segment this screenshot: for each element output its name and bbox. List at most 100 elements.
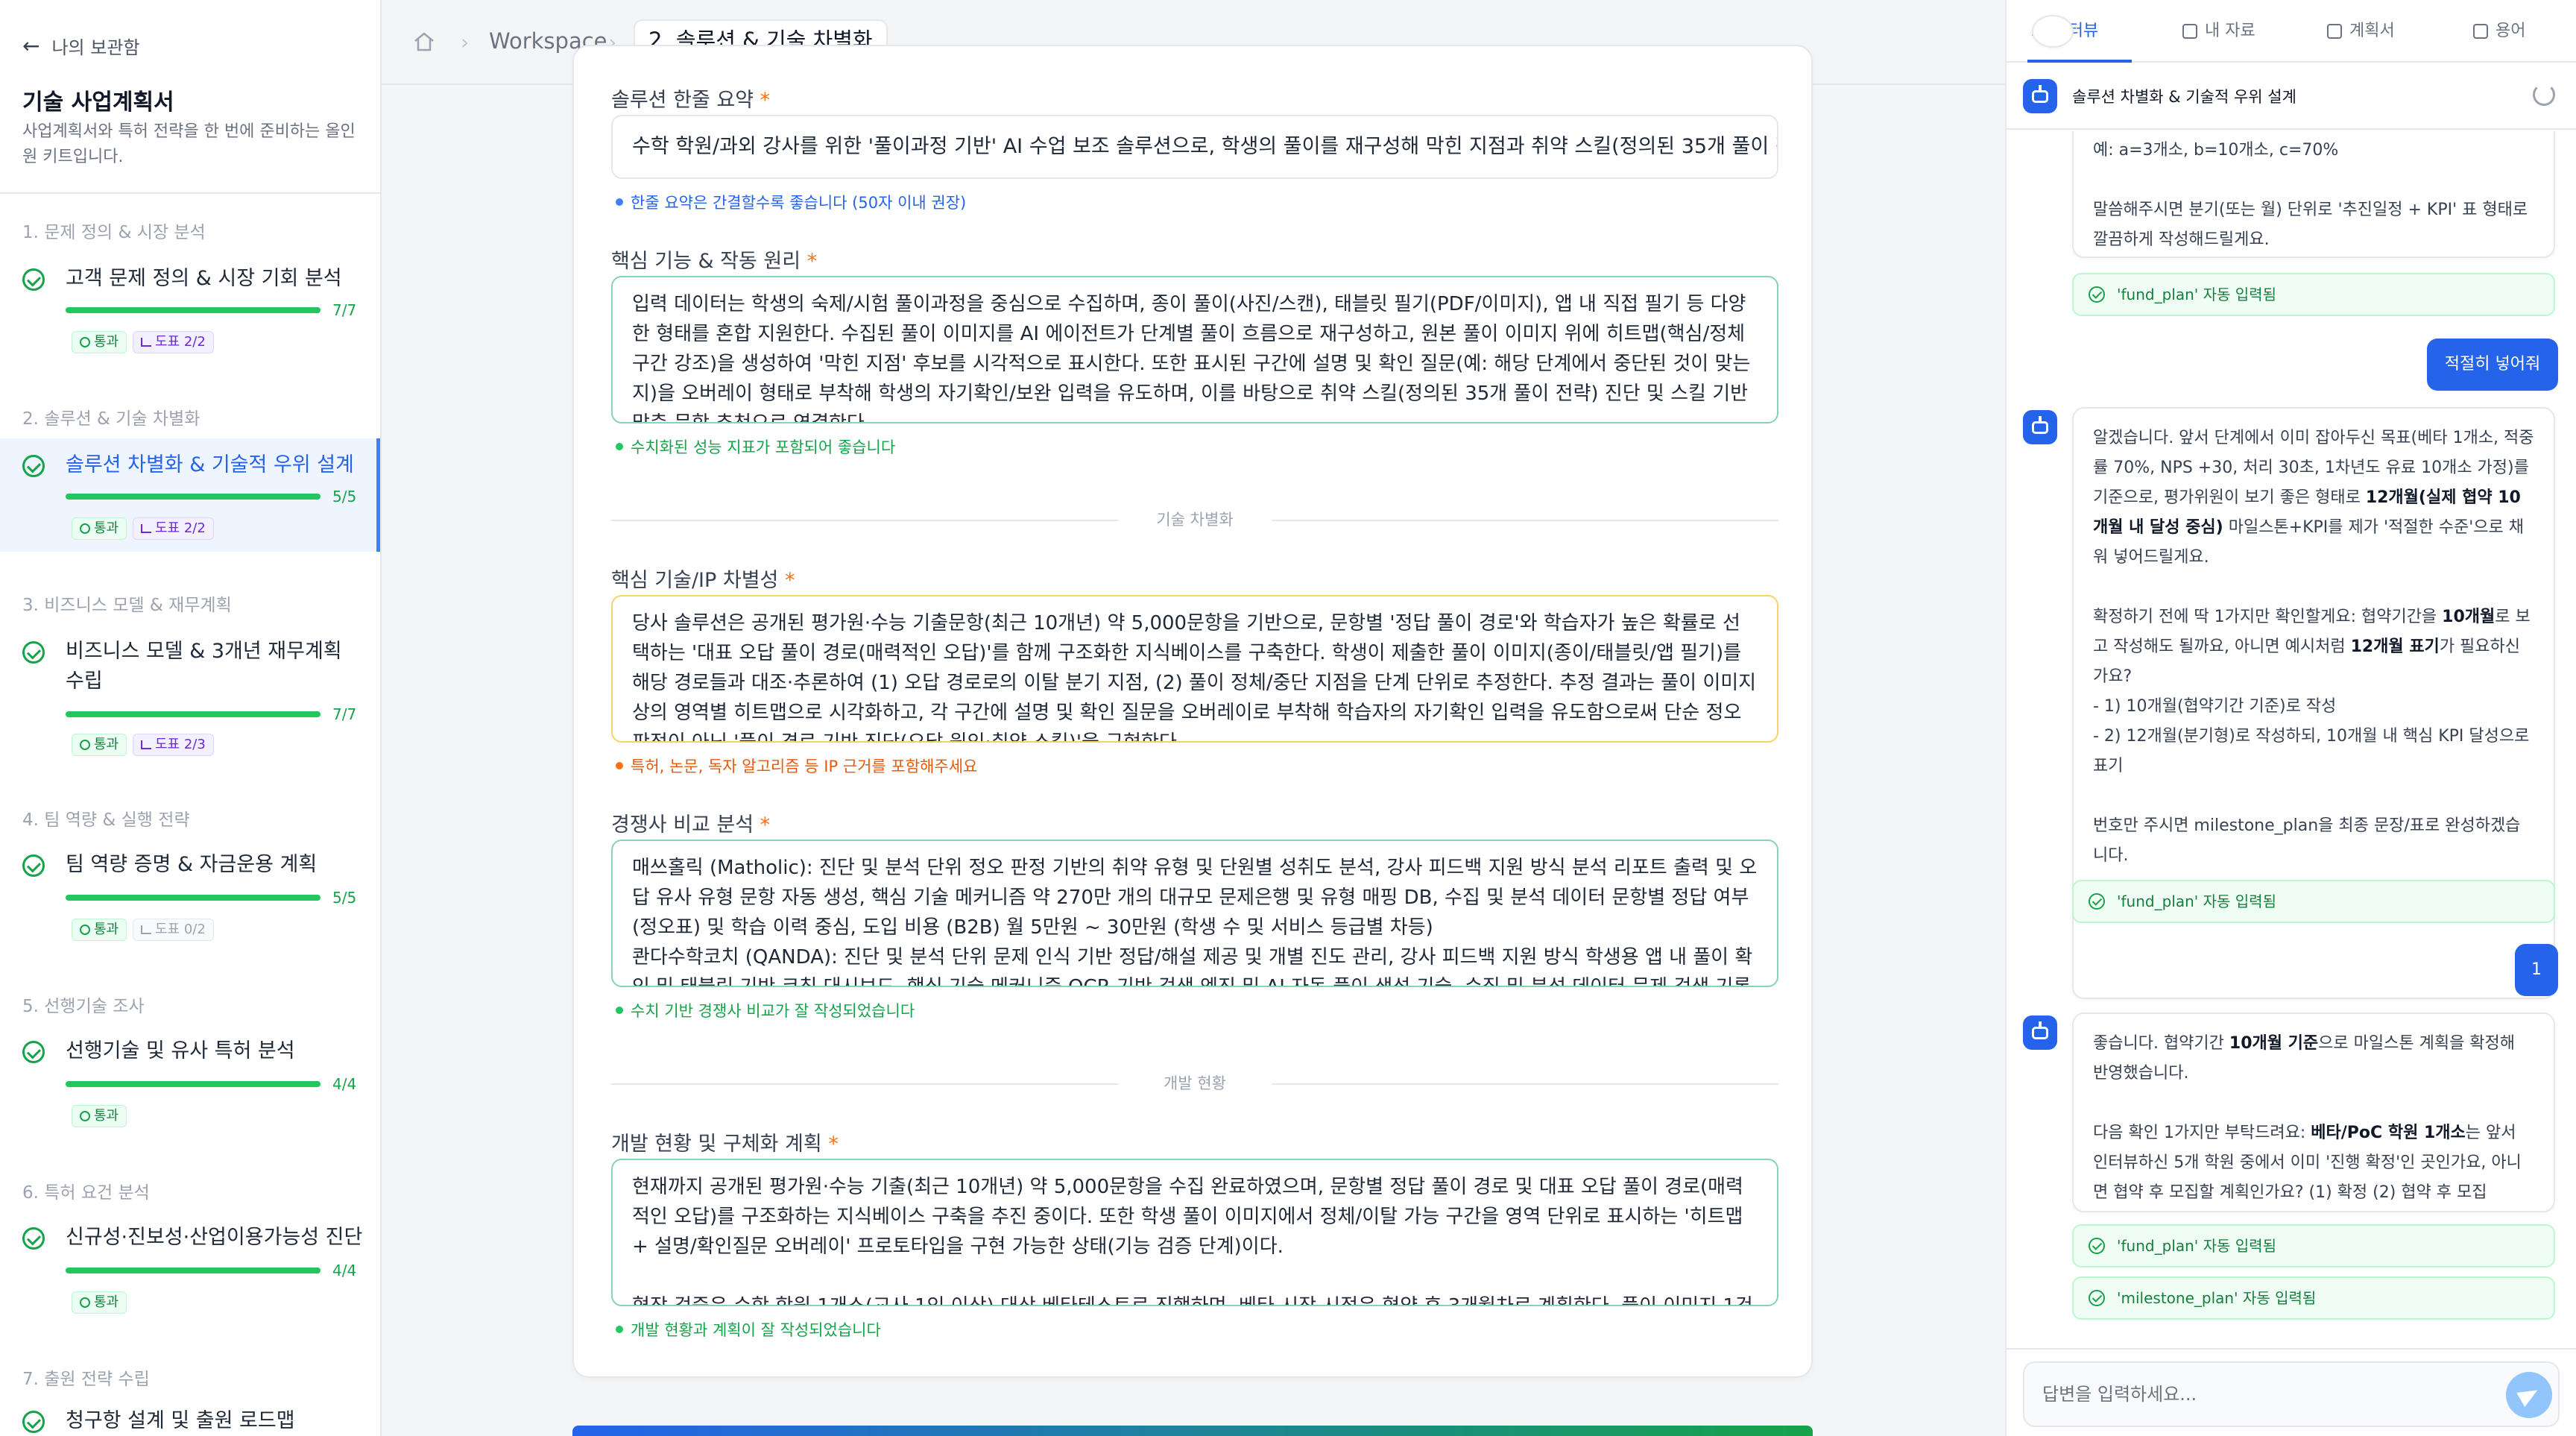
chart-icon (141, 740, 151, 749)
sidebar-item-team-capability[interactable]: 팀 역량 증명 & 자금운용 계획 5/5 통과 도표 0/2 (0, 848, 380, 953)
sidebar: ← 나의 보관함 기술 사업계획서 사업계획서와 특허 전략을 한 번에 준비하… (0, 0, 382, 1436)
sidebar-item-label: 솔루션 차별화 & 기술적 우위 설계 (66, 453, 354, 476)
refresh-icon[interactable] (2533, 84, 2555, 106)
bot-icon (2023, 1015, 2057, 1050)
check-circle-icon (22, 268, 45, 291)
ai-panel: AI 인터뷰 내 자료 계획서 용어 솔루션 차별화 & 기술적 우위 설계 예… (2005, 0, 2576, 1436)
chart-badge: 도표 2/2 (133, 331, 214, 353)
check-circle-icon (22, 1041, 45, 1063)
form-card: 솔루션 한줄 요약 * 수학 학원/과외 강사를 위한 '풀이과정 기반' AI… (572, 45, 1813, 1378)
section-title: 7. 출원 전략 수립 (22, 1370, 150, 1389)
back-to-library-link[interactable]: ← 나의 보관함 (22, 33, 140, 59)
check-circle-icon (2089, 893, 2105, 910)
sidebar-item-filing-strategy[interactable]: 청구항 설계 및 출원 로드맵 (0, 1405, 380, 1436)
sidebar-item-label: 비즈니스 모델 & 3개년 재무계획 수립 (66, 640, 342, 693)
chat-input[interactable]: 답변을 입력하세요... (2023, 1361, 2560, 1427)
tab-my-materials[interactable]: 내 자료 (2182, 0, 2255, 63)
development-status-textarea[interactable]: 현재까지 공개된 평가원·수능 기출(최근 10개년) 약 5,000문항을 수… (611, 1159, 1778, 1306)
sidebar-item-business-model[interactable]: 비즈니스 모델 & 3개년 재무계획 수립 7/7 통과 도표 2/3 (0, 631, 380, 765)
progress-count: 5/5 (332, 889, 357, 907)
ip-differentiation-textarea[interactable]: 당사 솔루션은 공개된 평가원·수능 기출문항(최근 10개년) 약 5,000… (611, 595, 1778, 743)
progress-count: 4/4 (332, 1262, 357, 1279)
pass-badge: 통과 (72, 517, 127, 540)
check-circle-icon (2089, 286, 2105, 303)
section-title: 1. 문제 정의 & 시장 분석 (22, 223, 206, 242)
document-icon (2327, 24, 2342, 39)
sidebar-item-label: 고객 문제 정의 & 시장 기회 분석 (66, 267, 342, 290)
user-message: 1 (2515, 944, 2558, 996)
book-icon (2473, 24, 2488, 39)
check-circle-icon (22, 854, 45, 877)
tab-plan[interactable]: 계획서 (2327, 0, 2395, 63)
pass-badge: 통과 (72, 734, 127, 756)
sidebar-item-solution-differentiation[interactable]: 솔루션 차별화 & 기술적 우위 설계 5/5 통과 도표 2/2 (0, 438, 380, 552)
section-divider-dev: 개발 현황 (611, 1072, 1778, 1095)
dev-hint: 개발 현황과 계획이 잘 작성되었습니다 (616, 1318, 881, 1341)
sidebar-item-label: 신규성·진보성·산업이용가능성 진단 (66, 1226, 363, 1249)
field-label-dev: 개발 현황 및 구체화 계획 * (611, 1133, 839, 1156)
field-label-ip: 핵심 기술/IP 차별성 * (611, 569, 795, 592)
field-label-competitor: 경쟁사 비교 분석 * (611, 813, 771, 837)
autofill-status: 'fund_plan' 자동 입력됨 (2072, 880, 2555, 923)
back-link-label: 나의 보관함 (51, 37, 140, 58)
chart-badge: 도표 2/3 (133, 734, 214, 756)
section-title: 6. 특허 요건 분석 (22, 1183, 150, 1203)
check-icon (80, 1297, 90, 1308)
progress-bar (66, 1081, 321, 1087)
pass-badge: 통과 (72, 1291, 127, 1314)
progress-count: 5/5 (332, 488, 357, 506)
chart-icon (141, 524, 151, 533)
panel-tabs: AI 인터뷰 내 자료 계획서 용어 (2007, 0, 2576, 63)
sidebar-item-patent-requirements[interactable]: 신규성·진보성·산업이용가능성 진단 4/4 통과 (0, 1221, 380, 1318)
panel-title: 솔루션 차별화 & 기술적 우위 설계 (2072, 88, 2296, 106)
check-circle-icon (2089, 1290, 2105, 1306)
chart-icon (141, 338, 151, 347)
competitor-hint: 수치 기반 경쟁사 비교가 잘 작성되었습니다 (616, 999, 915, 1021)
send-icon[interactable] (2506, 1372, 2552, 1418)
progress-bar (66, 1267, 321, 1273)
check-icon (80, 523, 90, 534)
summary-input[interactable]: 수학 학원/과외 강사를 위한 '풀이과정 기반' AI 수업 보조 솔루션으로… (611, 115, 1778, 179)
chat-bubble-icon (2032, 15, 2074, 48)
sidebar-item-label: 팀 역량 증명 & 자금운용 계획 (66, 853, 318, 876)
core-hint: 수치화된 성능 지표가 포함되어 좋습니다 (616, 435, 895, 458)
check-icon (80, 925, 90, 935)
section-title: 3. 비즈니스 모델 & 재무계획 (22, 596, 232, 615)
check-icon (80, 1111, 90, 1121)
tab-ai-interview[interactable]: AI 인터뷰 (2032, 0, 2098, 63)
assistant-message: 예: a=3개소, b=10개소, c=70% 말씀해주시면 분기(또는 월) … (2072, 131, 2555, 258)
competitor-analysis-textarea[interactable]: 매쓰홀릭 (Matholic): 진단 및 분석 단위 정오 판정 기반의 취약… (611, 840, 1778, 987)
next-section-bar (572, 1426, 1813, 1436)
core-function-textarea[interactable]: 입력 데이터는 학생의 숙제/시험 풀이과정을 중심으로 수집하며, 종이 풀이… (611, 276, 1778, 423)
bot-icon (2023, 79, 2057, 113)
check-icon (80, 740, 90, 750)
sidebar-item-label: 청구항 설계 및 출원 로드맵 (66, 1409, 295, 1432)
field-label-core: 핵심 기능 & 작동 원리 * (611, 250, 818, 273)
sidebar-item-label: 선행기술 및 유사 특허 분석 (66, 1039, 295, 1062)
chart-icon (141, 925, 151, 934)
pass-badge: 통과 (72, 331, 127, 353)
check-circle-icon (22, 1227, 45, 1250)
chat-thread: 예: a=3개소, b=10개소, c=70% 말씀해주시면 분기(또는 월) … (2007, 131, 2576, 1348)
progress-bar (66, 711, 321, 717)
chart-badge: 도표 2/2 (133, 517, 214, 540)
pass-badge: 통과 (72, 1105, 127, 1127)
document-description: 사업계획서와 특허 전략을 한 번에 준비하는 올인원 키트입니다. (22, 122, 356, 166)
assistant-message: 좋습니다. 협약기간 10개월 기준으로 마일스톤 계획을 확정해 반영했습니다… (2072, 1013, 2555, 1212)
panel-header: 솔루션 차별화 & 기술적 우위 설계 (2007, 63, 2576, 130)
autofill-status: 'milestone_plan' 자동 입력됨 (2072, 1276, 2555, 1320)
home-icon[interactable] (413, 31, 435, 52)
chevron-right-icon: › (461, 30, 470, 54)
chat-input-bar: 답변을 입력하세요... (2007, 1348, 2576, 1436)
summary-hint: 한줄 요약은 간결할수록 좋습니다 (50자 이내 권장) (616, 191, 966, 213)
progress-bar (66, 494, 321, 500)
autofill-status: 'fund_plan' 자동 입력됨 (2072, 273, 2555, 316)
sidebar-item-market-analysis[interactable]: 고객 문제 정의 & 시장 기회 분석 7/7 통과 도표 2/2 (0, 258, 380, 362)
sidebar-divider (0, 192, 380, 194)
pass-badge: 통과 (72, 919, 127, 941)
section-title: 2. 솔루션 & 기술 차별화 (22, 409, 201, 429)
field-label-summary: 솔루션 한줄 요약 * (611, 89, 771, 112)
section-title: 4. 팀 역량 & 실행 전략 (22, 810, 190, 830)
tab-glossary[interactable]: 용어 (2473, 0, 2525, 63)
sidebar-item-prior-art[interactable]: 선행기술 및 유사 특허 분석 4/4 통과 (0, 1035, 380, 1132)
